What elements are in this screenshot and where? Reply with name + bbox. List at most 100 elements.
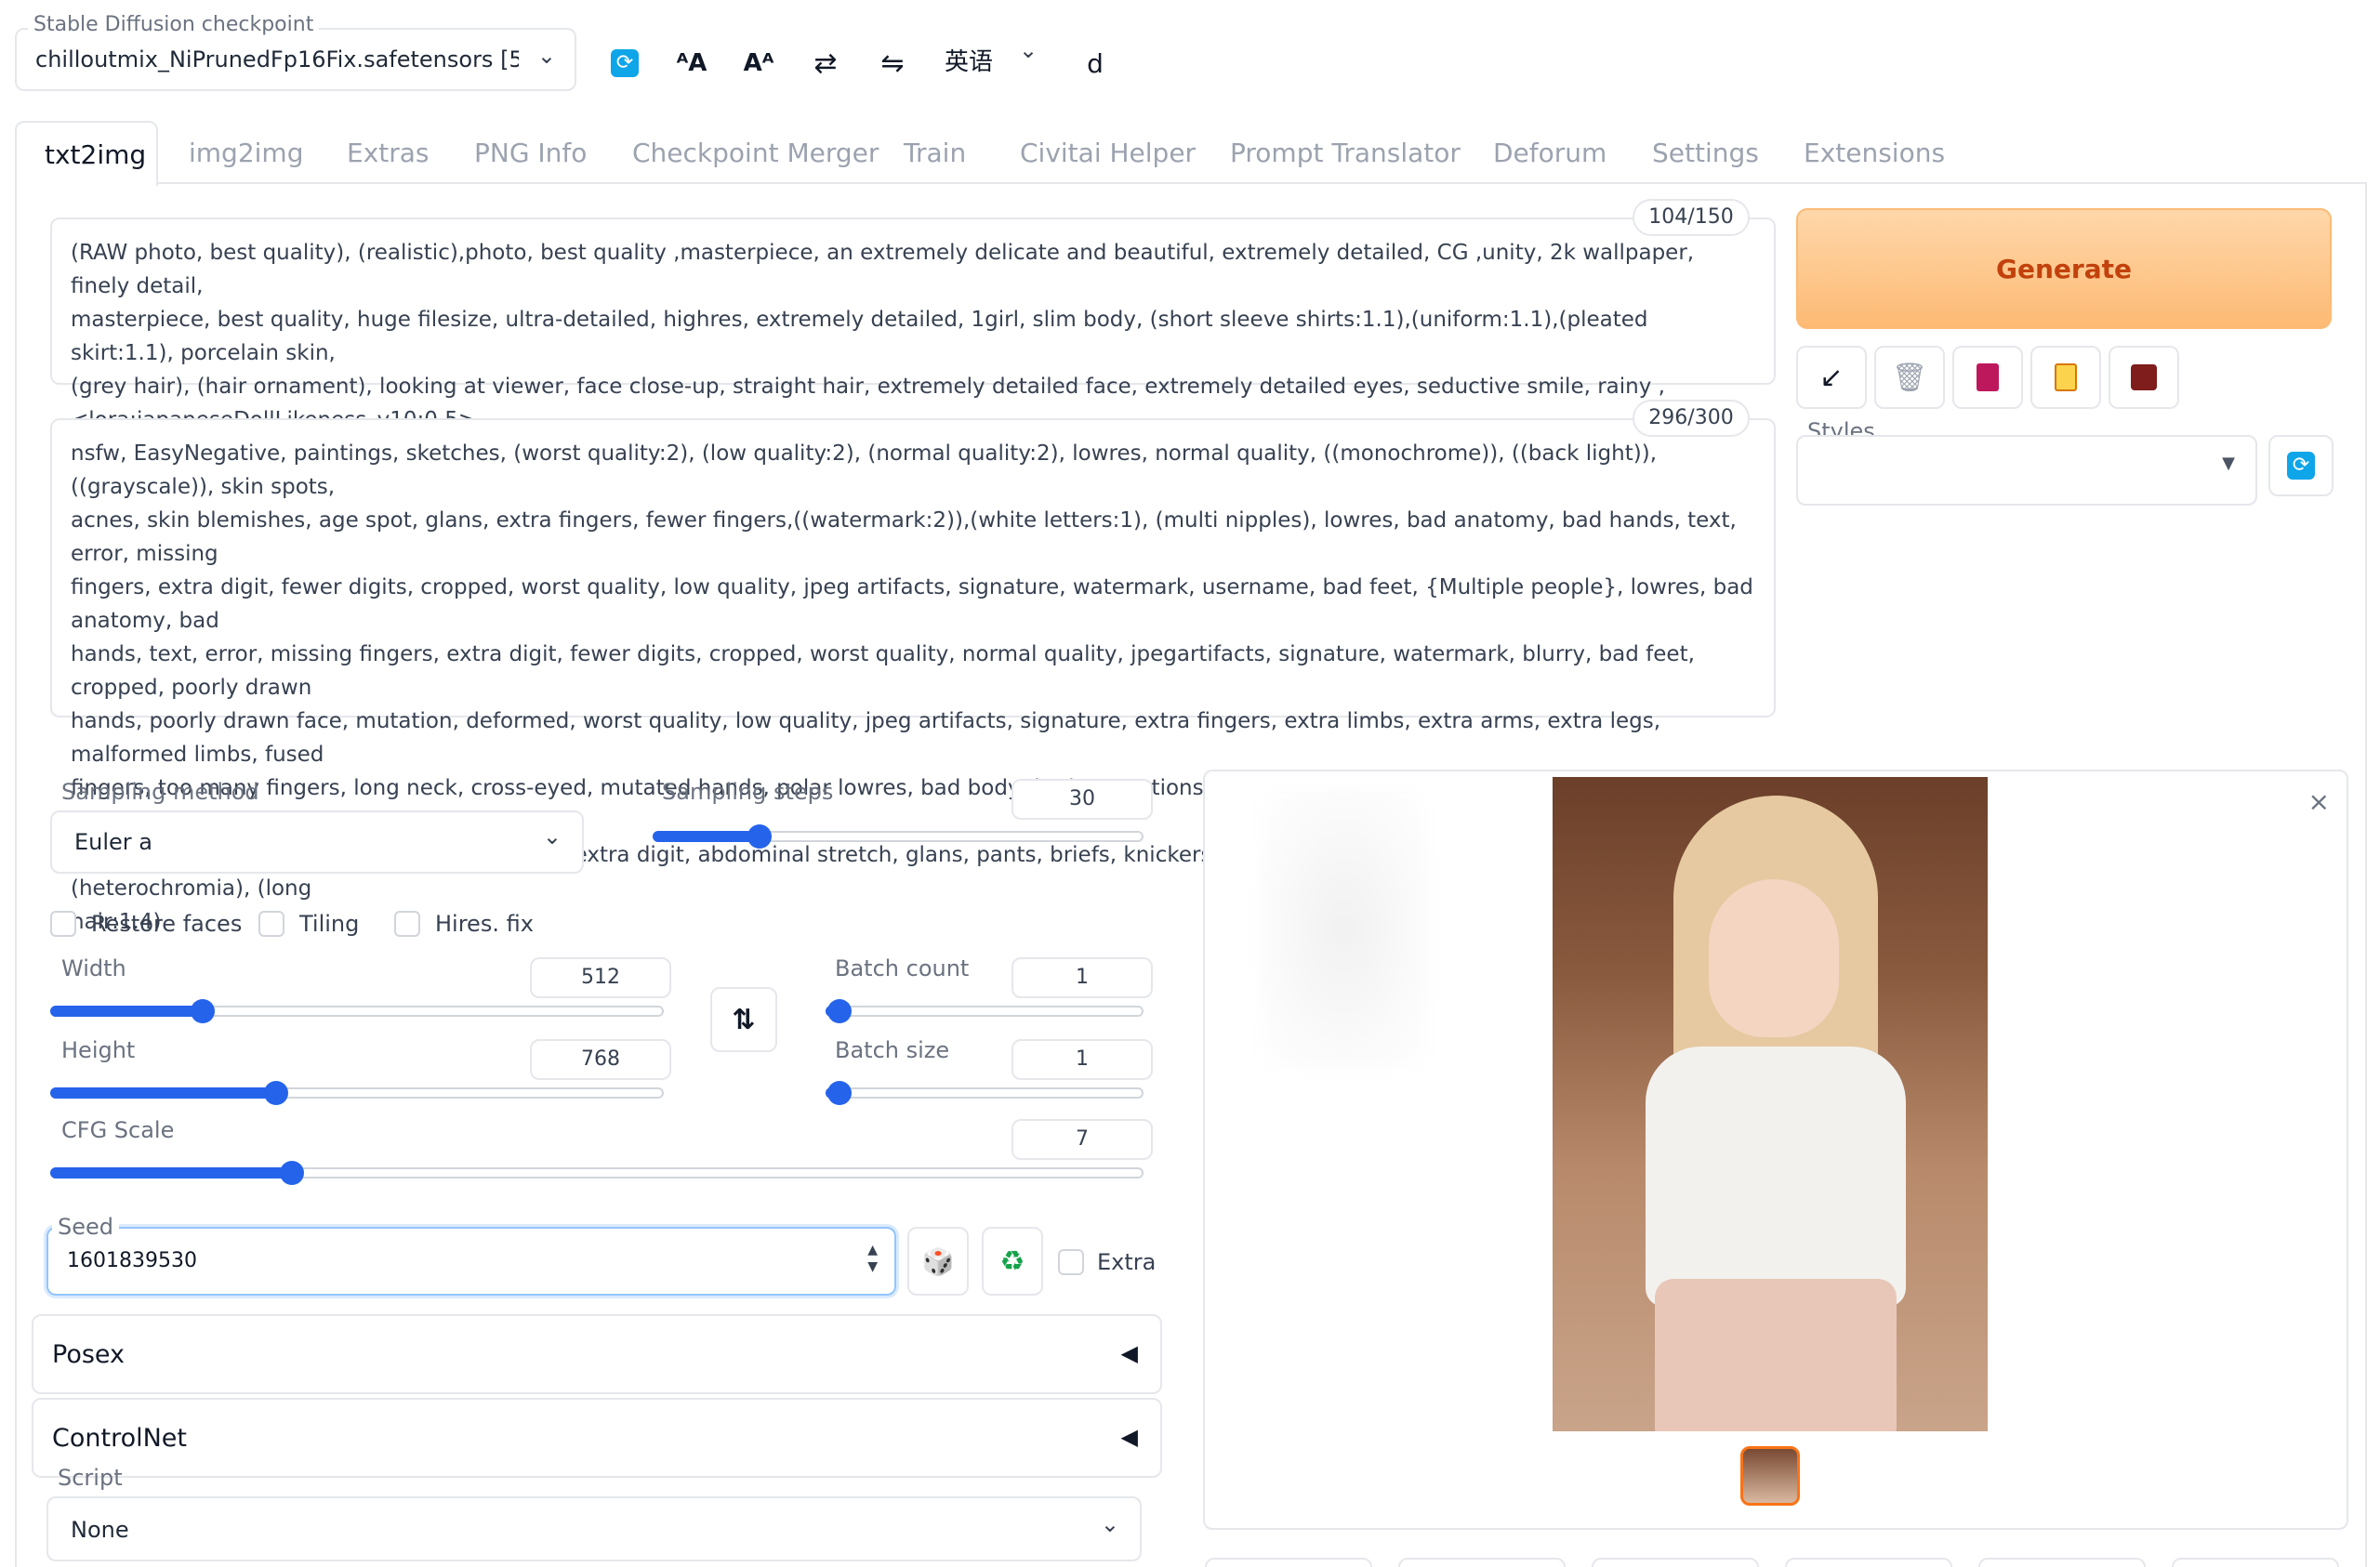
cfg-scale-slider[interactable] — [50, 1161, 1144, 1185]
gallery-action-button[interactable] — [1398, 1558, 1566, 1567]
hires-fix-checkbox[interactable] — [394, 911, 420, 937]
tab-settings[interactable]: Settings — [1652, 138, 1759, 168]
seed-value: 1601839530 — [67, 1249, 197, 1272]
tab-checkpoint-merger[interactable]: Checkpoint Merger — [632, 138, 879, 168]
tab-png-info[interactable]: PNG Info — [474, 138, 587, 168]
cfg-scale-label: CFG Scale — [61, 1117, 175, 1143]
checkpoint-label: Stable Diffusion checkpoint — [28, 13, 320, 36]
checkpoint-value: chilloutmix_NiPrunedFp16Fix.safetensors … — [35, 46, 519, 72]
slider-fill — [50, 1167, 291, 1179]
gallery-button-row — [1205, 1558, 2348, 1567]
sampling-steps-input[interactable]: 30 — [1012, 779, 1153, 820]
width-slider[interactable] — [50, 999, 664, 1023]
slider-thumb[interactable] — [827, 1081, 852, 1105]
language-select[interactable]: 英语 ⌄ — [945, 37, 1047, 84]
sampling-steps-slider[interactable] — [653, 824, 1144, 849]
prompt-line: (grey hair), (hair ornament), looking at… — [71, 375, 1665, 399]
slider-thumb[interactable] — [264, 1081, 289, 1105]
batch-count-slider[interactable] — [826, 999, 1144, 1023]
batch-count-input[interactable]: 1 — [1012, 957, 1153, 998]
book-icon — [1977, 363, 1999, 391]
batch-size-slider[interactable] — [826, 1081, 1144, 1105]
gallery-action-button[interactable] — [2172, 1558, 2339, 1567]
generate-button[interactable]: Generate — [1796, 208, 2332, 329]
width-input[interactable]: 512 — [530, 957, 671, 998]
slider-fill — [653, 831, 758, 842]
chevron-down-icon: ⌄ — [1100, 1511, 1119, 1537]
slider-fill — [50, 1006, 202, 1017]
tab-extras[interactable]: Extras — [347, 138, 430, 168]
reuse-seed-button[interactable]: ♻ — [982, 1227, 1043, 1296]
negative-prompt-textarea[interactable]: nsfw, EasyNegative, paintings, sketches,… — [50, 418, 1776, 934]
d-label: d — [1087, 47, 1104, 79]
script-dropdown[interactable]: None ⌄ — [46, 1496, 1142, 1561]
font-style-icon: Aᴬ — [743, 49, 774, 77]
slider-thumb[interactable] — [747, 824, 772, 849]
floppy-disk-icon — [2131, 364, 2157, 390]
close-icon[interactable]: × — [2308, 786, 2330, 817]
gallery-action-button[interactable] — [1978, 1558, 2146, 1567]
dice-icon: 🎲 — [921, 1245, 955, 1277]
prompt-token-counter: 104/150 — [1633, 199, 1750, 236]
sampling-method-dropdown[interactable]: Euler a ⌄ — [50, 810, 584, 874]
hires-fix-label: Hires. fix — [435, 911, 534, 937]
tiling-checkbox[interactable] — [258, 911, 284, 937]
checkpoint-dropdown[interactable]: Stable Diffusion checkpoint chilloutmix_… — [15, 13, 576, 91]
sampling-method-label: Sampling method — [61, 779, 259, 805]
swap-button[interactable]: ⇄ — [800, 37, 852, 89]
d-button[interactable]: d — [1069, 37, 1121, 89]
recycle-icon: ♻ — [999, 1244, 1025, 1278]
translate-swap-button[interactable]: ⇋ — [866, 37, 919, 89]
slider-thumb[interactable] — [827, 999, 852, 1023]
seed-input[interactable]: 1601839530 ▲ ▼ — [46, 1227, 896, 1296]
generated-image[interactable] — [1553, 777, 1988, 1431]
batch-size-label: Batch size — [835, 1037, 950, 1063]
tab-train[interactable]: Train — [904, 138, 966, 168]
tab-txt2img[interactable]: txt2img — [15, 121, 158, 186]
posex-accordion[interactable]: Posex ◀ — [32, 1314, 1162, 1394]
output-gallery: × — [1203, 770, 2348, 1530]
gallery-action-button[interactable] — [1785, 1558, 1952, 1567]
cfg-scale-input[interactable]: 7 — [1012, 1119, 1153, 1160]
collapse-triangle-icon: ◀ — [1120, 1424, 1138, 1450]
tab-deforum[interactable]: Deforum — [1493, 138, 1606, 168]
translate-swap-icon: ⇋ — [880, 46, 905, 80]
controlnet-accordion[interactable]: ControlNet ◀ — [32, 1398, 1162, 1478]
clear-prompt-button[interactable]: 🗑 — [1874, 346, 1945, 409]
sampling-method-value: Euler a — [74, 829, 153, 855]
refresh-styles-button[interactable]: ⟳ — [2268, 435, 2334, 496]
trash-icon: 🗑 — [1891, 361, 1928, 394]
chevron-down-icon: ⌄ — [542, 823, 562, 849]
font-increase-button[interactable]: ᴬA — [666, 37, 718, 89]
random-seed-button[interactable]: 🎲 — [907, 1227, 969, 1296]
arrow-down-left-icon: ↙ — [1819, 361, 1844, 394]
extra-networks-button[interactable] — [1952, 346, 2023, 409]
gallery-action-button[interactable] — [1205, 1558, 1372, 1567]
styles-dropdown[interactable]: ▼ — [1796, 435, 2257, 506]
apply-style-button[interactable] — [2030, 346, 2101, 409]
read-params-button[interactable]: ↙ — [1796, 346, 1867, 409]
height-input[interactable]: 768 — [530, 1039, 671, 1080]
batch-size-input[interactable]: 1 — [1012, 1039, 1153, 1080]
shirt-shape — [1646, 1047, 1906, 1307]
font-style-button[interactable]: Aᴬ — [733, 37, 785, 89]
seed-label: Seed — [52, 1214, 119, 1240]
restore-faces-checkbox[interactable] — [50, 911, 76, 937]
save-style-button[interactable] — [2109, 346, 2179, 409]
script-value: None — [71, 1517, 129, 1543]
tab-img2img[interactable]: img2img — [189, 138, 303, 168]
stepper-arrows-icon[interactable]: ▲ ▼ — [867, 1242, 878, 1275]
height-slider[interactable] — [50, 1081, 664, 1105]
prompt-textarea[interactable]: (RAW photo, best quality), (realistic),p… — [50, 217, 1776, 432]
caret-down-icon: ▼ — [2222, 454, 2235, 473]
thumbnail[interactable] — [1740, 1446, 1800, 1506]
tab-civitai-helper[interactable]: Civitai Helper — [1020, 138, 1196, 168]
tab-extensions[interactable]: Extensions — [1804, 138, 1945, 168]
controlnet-label: ControlNet — [52, 1424, 187, 1453]
gallery-action-button[interactable] — [1592, 1558, 1759, 1567]
extra-seed-checkbox[interactable] — [1058, 1249, 1084, 1275]
font-size-icon: ᴬA — [676, 49, 707, 77]
refresh-checkpoint-button[interactable]: ⟳ — [599, 37, 651, 89]
tab-prompt-translator[interactable]: Prompt Translator — [1230, 138, 1461, 168]
swap-dimensions-button[interactable]: ⇅ — [710, 987, 777, 1052]
